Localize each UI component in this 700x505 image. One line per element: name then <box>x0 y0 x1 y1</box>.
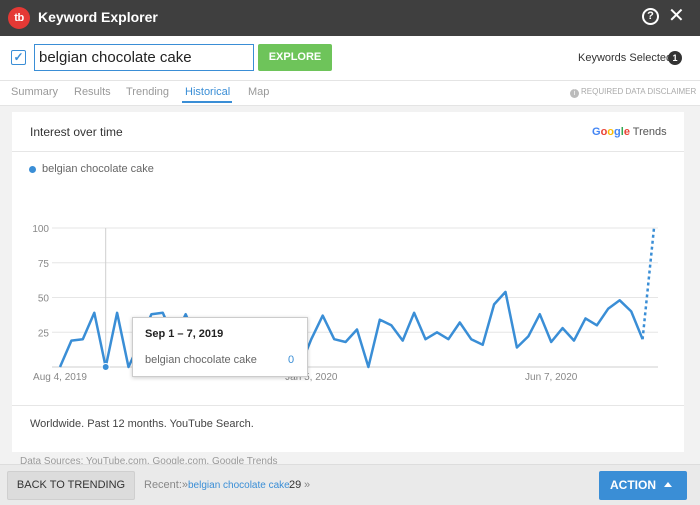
recent-keyword-link[interactable]: belgian chocolate cake <box>188 480 290 491</box>
caret-up-icon <box>664 482 672 487</box>
y-tick-label: 25 <box>38 328 50 339</box>
y-axis-ticks: 25 50 75 100 <box>32 224 49 339</box>
y-tick-label: 75 <box>38 259 50 270</box>
chart-tooltip: Sep 1 – 7, 2019 belgian chocolate cake 0 <box>132 317 308 377</box>
y-tick-label: 50 <box>38 294 50 305</box>
action-label[interactable]: ACTION <box>610 478 656 492</box>
action-button[interactable]: ACTION <box>599 471 687 500</box>
x-tick-label: Aug 4, 2019 <box>33 372 87 383</box>
tooltip-value: 0 <box>288 354 295 366</box>
back-to-trending-button[interactable]: BACK TO TRENDING <box>7 471 135 500</box>
recent-more-link[interactable]: » <box>304 479 310 491</box>
tooltip-date: Sep 1 – 7, 2019 <box>145 328 224 340</box>
recent-label: Recent:» <box>144 479 189 491</box>
tooltip-series: belgian chocolate cake <box>145 354 257 366</box>
y-tick-label: 100 <box>32 224 49 235</box>
chart-footnote: Worldwide. Past 12 months. YouTube Searc… <box>30 418 254 430</box>
recent-count: 29 <box>289 479 302 491</box>
hover-point <box>101 363 110 371</box>
footnote-divider <box>12 405 684 406</box>
x-tick-label: Jun 7, 2020 <box>525 372 578 383</box>
series-line-partial <box>641 227 656 340</box>
